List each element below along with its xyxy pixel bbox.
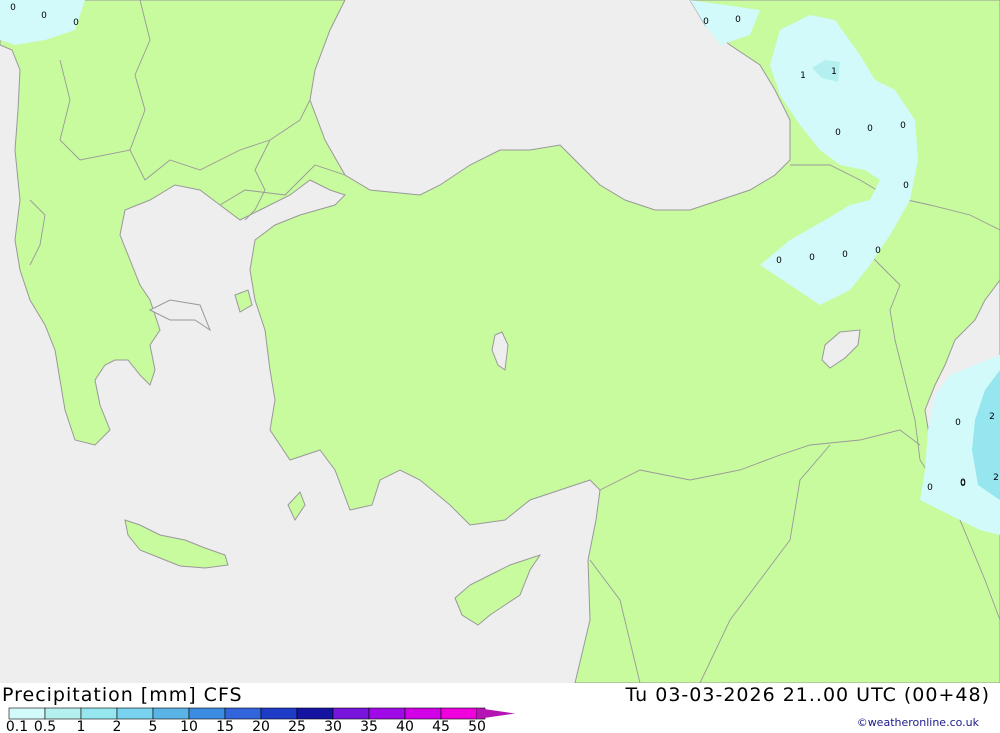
- legend-swatch: [44, 707, 82, 720]
- legend-label: 0.5: [34, 719, 56, 733]
- precip-value: 0: [809, 253, 815, 263]
- credit-link[interactable]: ©weatheronline.co.uk: [857, 716, 979, 729]
- legend-swatch: [440, 707, 478, 720]
- precip-value: 0: [960, 479, 966, 489]
- legend-label: 30: [324, 719, 342, 733]
- precipitation-map: 0 0 0 0 0 1 1 0 0 0 0 0 0 0 0 0 0 2 0 0 …: [0, 0, 1000, 683]
- legend-label: 0.1: [6, 719, 28, 733]
- precip-value: 2: [989, 412, 995, 422]
- legend-swatch: [116, 707, 154, 720]
- precip-value: 0: [41, 11, 47, 21]
- precip-value: 0: [842, 250, 848, 260]
- legend-label: 10: [180, 719, 198, 733]
- legend-arrow: [477, 708, 515, 719]
- legend-label: 50: [468, 719, 486, 733]
- precip-value: 0: [835, 128, 841, 138]
- legend-swatch: [260, 707, 298, 720]
- precip-value: 0: [955, 418, 961, 428]
- legend-label: 5: [149, 719, 158, 733]
- legend-swatch: [188, 707, 226, 720]
- precip-value: 0: [867, 124, 873, 134]
- legend-label: 40: [396, 719, 414, 733]
- legend-label: 20: [252, 719, 270, 733]
- legend-swatch: [80, 707, 118, 720]
- precip-value: 0: [927, 483, 933, 493]
- precip-value: 0: [10, 3, 16, 13]
- legend-label: 45: [432, 719, 450, 733]
- precip-value: 2: [993, 473, 999, 483]
- legend-swatch: [332, 707, 370, 720]
- color-scale-legend: 0.1 0.5 1 2 5 10 15 20 25 30 35 40 45 50: [6, 707, 515, 733]
- precip-value: 0: [703, 17, 709, 27]
- legend-swatch: [404, 707, 442, 720]
- legend-swatch: [224, 707, 262, 720]
- legend-label: 2: [113, 719, 122, 733]
- legend-label: 35: [360, 719, 378, 733]
- precip-value: 0: [776, 256, 782, 266]
- map-title: Precipitation [mm] CFS: [2, 684, 243, 706]
- legend-label: 15: [216, 719, 234, 733]
- precip-value: 0: [735, 15, 741, 25]
- precip-value: 1: [800, 71, 806, 81]
- legend-swatch: [368, 707, 406, 720]
- legend-label: 1: [77, 719, 86, 733]
- footer-bar: Precipitation [mm] CFS Tu 03-03-2026 21.…: [0, 683, 1000, 733]
- precip-value: 0: [903, 181, 909, 191]
- map-datetime: Tu 03-03-2026 21..00 UTC (00+48): [625, 684, 990, 706]
- legend-label: 25: [288, 719, 306, 733]
- legend-swatch: [152, 707, 190, 720]
- legend-swatch: [296, 707, 334, 720]
- precip-value: 0: [900, 121, 906, 131]
- precip-value: 0: [73, 18, 79, 28]
- precip-value: 1: [831, 67, 837, 77]
- legend-swatch: [8, 707, 46, 720]
- precip-value: 0: [875, 246, 881, 256]
